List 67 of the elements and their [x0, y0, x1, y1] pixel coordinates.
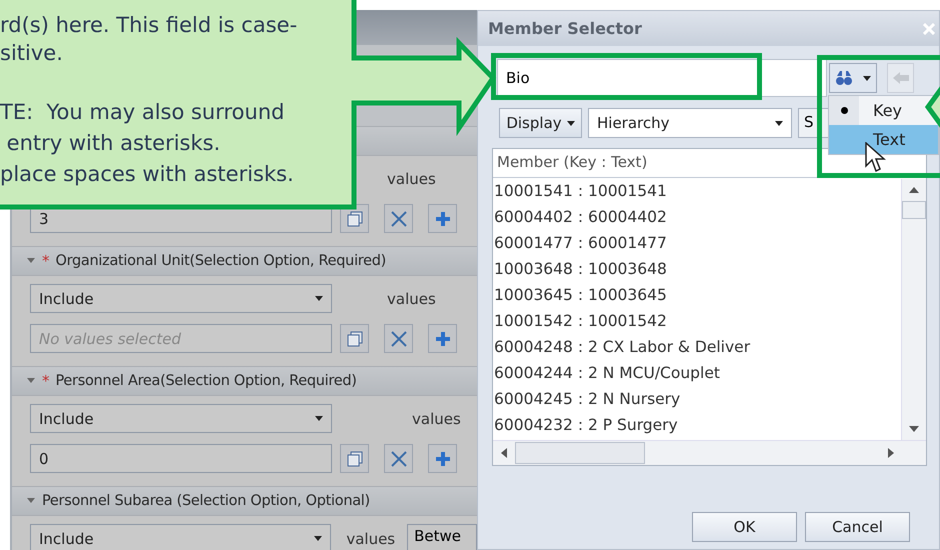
caret-icon [315, 416, 323, 421]
callout-text: TE: You may also surround [0, 99, 284, 126]
search-field[interactable]: Bio [497, 59, 827, 97]
value-field[interactable]: 0 [30, 444, 332, 473]
expand-icon[interactable] [26, 257, 36, 265]
callout-text: entry with asterisks. [6, 130, 220, 157]
member-item[interactable]: 60001477 : 60001477 [493, 230, 901, 256]
section-header[interactable]: Personnel Subarea (Selection Option, Optional) [12, 486, 477, 516]
member-item[interactable]: 10003648 : 10003648 [493, 256, 901, 282]
member-item[interactable]: 60004245 : 2 N Nursery [493, 386, 901, 412]
copy-icon[interactable] [340, 444, 369, 473]
clear-icon[interactable] [384, 324, 413, 353]
expand-icon[interactable] [26, 497, 36, 505]
member-item[interactable]: 60004248 : 2 CX Labor & Deliver [493, 334, 901, 360]
value-field[interactable]: No values selected [30, 324, 332, 353]
add-icon[interactable] [428, 444, 457, 473]
add-icon[interactable] [428, 324, 457, 353]
scroll-up-icon[interactable] [909, 187, 919, 193]
vertical-scrollbar[interactable] [901, 179, 926, 440]
caret-icon [315, 296, 323, 301]
member-item[interactable]: 60004402 : 60004402 [493, 204, 901, 230]
section-header[interactable]: * Organizational Unit(Selection Option, Required) [12, 246, 477, 276]
required-mark: * [42, 252, 50, 270]
member-item[interactable]: 10001542 : 10001542 [493, 308, 901, 334]
callout-text: place spaces with asterisks. [0, 161, 294, 188]
binoculars-icon [835, 70, 853, 86]
values-label: values [387, 290, 436, 308]
values-label: values [387, 170, 436, 188]
display-button[interactable]: Display [499, 108, 582, 138]
dialog-button[interactable]: Cancel [805, 512, 910, 542]
clear-icon[interactable] [384, 204, 413, 233]
dialog-button[interactable]: OK [692, 512, 797, 542]
values-label: values [346, 530, 396, 548]
operator-dropdown[interactable]: Include [30, 404, 332, 433]
search-mode-button[interactable] [829, 63, 877, 93]
caret-icon [566, 120, 575, 126]
scroll-down-icon[interactable] [909, 426, 919, 432]
member-item[interactable]: 10003645 : 10003645 [493, 282, 901, 308]
expand-icon[interactable] [26, 377, 36, 385]
member-item[interactable]: 60004244 : 2 N MCU/Couplet [493, 360, 901, 386]
add-icon[interactable] [428, 204, 457, 233]
values-label: values [412, 410, 461, 428]
callout-text: sitive. [0, 40, 63, 67]
scroll-thumb[interactable] [515, 442, 645, 464]
operator-dropdown[interactable]: Include [30, 284, 332, 313]
dialog-title: Member Selector [488, 19, 642, 38]
copy-icon[interactable] [340, 324, 369, 353]
operator-dropdown[interactable]: Include [30, 524, 332, 550]
clear-icon[interactable] [384, 444, 413, 473]
section-title: Personnel Area(Selection Option, Required) [56, 373, 357, 389]
scroll-left-icon[interactable] [501, 448, 507, 458]
section-header[interactable]: * Personnel Area(Selection Option, Required) [12, 366, 477, 396]
section-title: Personnel Subarea (Selection Option, Optional) [42, 493, 370, 509]
menu-item[interactable]: Text [829, 125, 938, 154]
member-item[interactable]: 10001541 : 10001541 [493, 178, 901, 204]
caret-icon [314, 536, 322, 541]
section-title: Organizational Unit(Selection Option, Required) [56, 253, 386, 269]
member-item[interactable]: 60004232 : 2 P Surgery [493, 412, 901, 438]
callout-text: rd(s) here. This field is case- [0, 12, 298, 39]
scroll-thumb[interactable] [902, 201, 926, 219]
scroll-right-icon[interactable] [888, 448, 894, 458]
caret-icon [775, 120, 783, 126]
horizontal-scrollbar[interactable] [493, 440, 926, 465]
hierarchy-dropdown[interactable]: Hierarchy [588, 108, 792, 138]
caret-icon [863, 76, 871, 80]
required-mark: * [42, 372, 50, 390]
left-arrow-icon [892, 72, 908, 84]
